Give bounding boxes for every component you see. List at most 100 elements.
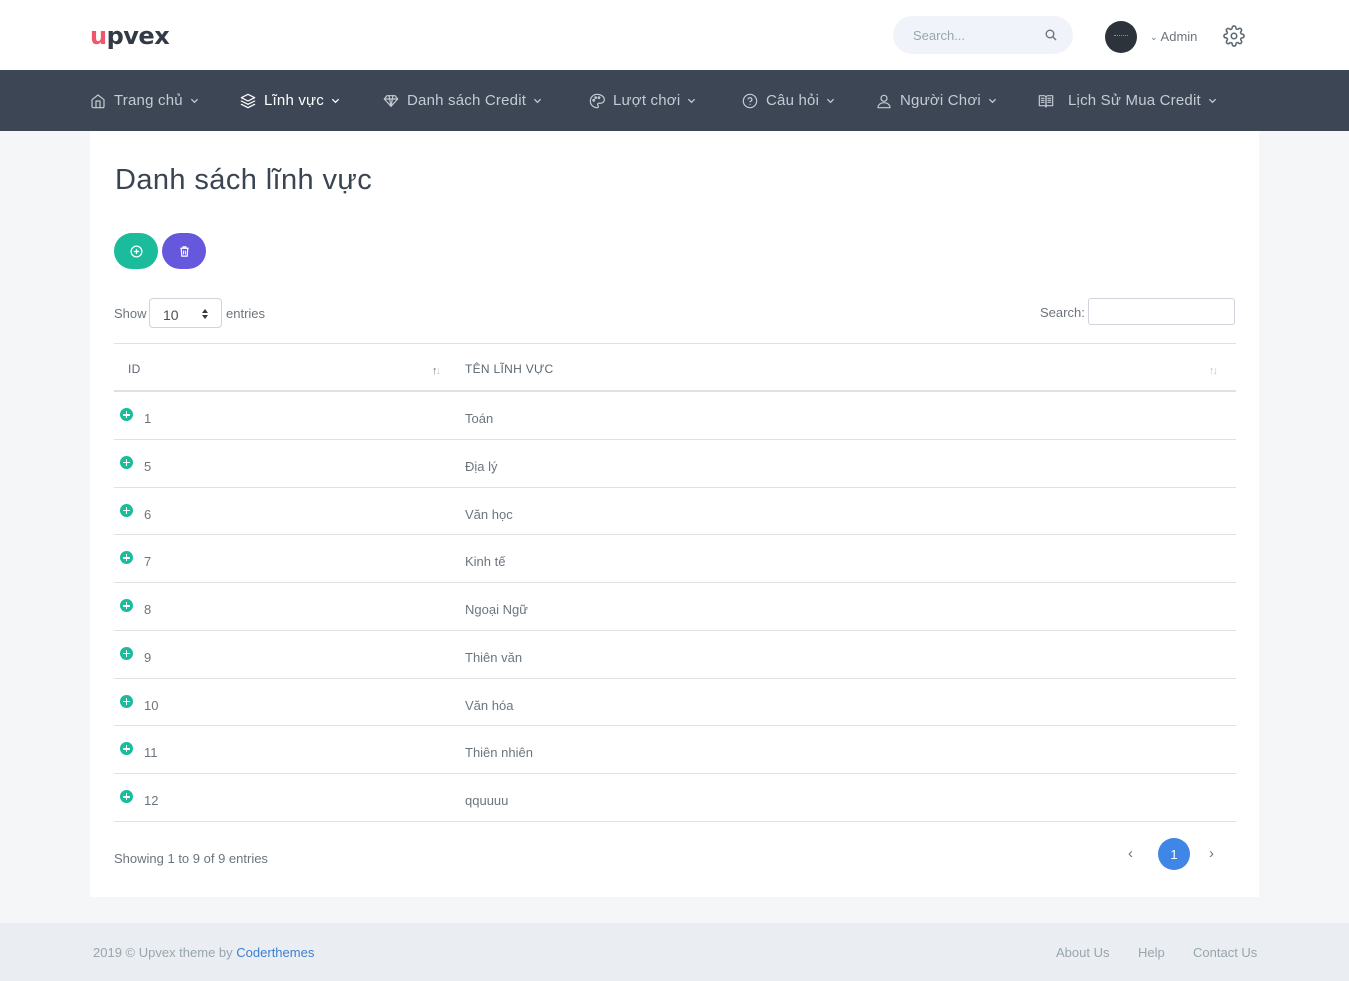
pagination-next[interactable]: › bbox=[1209, 845, 1214, 862]
footer-copyright: 2019 © Upvex theme by Coderthemes bbox=[93, 945, 314, 960]
cell-id: 11 bbox=[144, 745, 158, 761]
nav-label: Trang chủ bbox=[114, 92, 183, 109]
table-row[interactable]: 5 Địa lý bbox=[114, 440, 1236, 488]
show-label: Show bbox=[114, 306, 147, 321]
nav-item-nguoi-choi[interactable]: Người Chơi bbox=[876, 70, 997, 131]
cell-id: 10 bbox=[144, 697, 159, 713]
search-icon[interactable] bbox=[1045, 29, 1057, 41]
copyright-text: 2019 © Upvex theme by bbox=[93, 945, 237, 960]
nav-label: Lĩnh vực bbox=[264, 92, 325, 109]
brand-logo[interactable]: upvex bbox=[90, 22, 170, 50]
cell-id: 1 bbox=[144, 411, 152, 426]
nav-item-trang-chu[interactable]: Trang chủ bbox=[90, 70, 199, 131]
cell-id: 9 bbox=[144, 649, 152, 665]
top-search bbox=[893, 16, 1073, 54]
table-row[interactable]: 8 Ngoại Ngữ bbox=[114, 583, 1236, 631]
entries-label: entries bbox=[226, 306, 266, 321]
expand-row-icon[interactable] bbox=[120, 742, 133, 756]
chevron-down-icon bbox=[1208, 98, 1216, 104]
expand-row-icon[interactable] bbox=[120, 408, 133, 421]
cell-id: 7 bbox=[144, 554, 152, 570]
table-search-label: Search: bbox=[1040, 305, 1085, 320]
expand-row-icon[interactable] bbox=[120, 503, 133, 517]
topbar: upvex ⌄Admin bbox=[0, 0, 1349, 70]
cell-name: Văn hóa bbox=[465, 697, 514, 713]
user-name: Admin bbox=[1160, 29, 1198, 44]
expand-row-icon[interactable] bbox=[120, 551, 133, 565]
chevron-down-icon bbox=[331, 98, 340, 104]
sort-arrows-icon bbox=[202, 309, 208, 319]
user-icon bbox=[877, 94, 891, 108]
cell-name: Địa lý bbox=[465, 458, 498, 474]
chevron-down-icon bbox=[688, 98, 696, 104]
footer-link-contact[interactable]: Contact Us bbox=[1193, 945, 1257, 960]
table-row[interactable]: 7 Kinh tế bbox=[114, 535, 1236, 583]
column-header-name[interactable]: TÊN LĨNH VỰC bbox=[465, 362, 554, 376]
expand-row-icon[interactable] bbox=[120, 455, 133, 469]
add-button[interactable] bbox=[114, 233, 158, 269]
cell-id: 8 bbox=[144, 602, 152, 617]
table-row[interactable]: 6 Văn học bbox=[114, 488, 1236, 536]
table-info: Showing 1 to 9 of 9 entries bbox=[114, 851, 268, 866]
cell-id: 12 bbox=[144, 793, 159, 808]
nav-item-linh-vuc[interactable]: Lĩnh vực bbox=[240, 70, 340, 131]
nav-label: Câu hỏi bbox=[766, 92, 820, 109]
expand-row-icon[interactable] bbox=[120, 599, 133, 612]
author-link[interactable]: Coderthemes bbox=[236, 945, 314, 960]
cell-name: Thiên nhiên bbox=[465, 745, 533, 761]
expand-row-icon[interactable] bbox=[120, 790, 133, 803]
help-circle-icon bbox=[742, 93, 758, 108]
nav-item-cau-hoi[interactable]: Câu hỏi bbox=[742, 70, 835, 131]
entries-per-page-select[interactable]: 10 bbox=[149, 298, 222, 328]
page-title: Danh sách lĩnh vực bbox=[115, 164, 373, 196]
table-row[interactable]: 9 Thiên văn bbox=[114, 631, 1236, 679]
chevron-down-icon bbox=[988, 98, 997, 104]
diamond-icon bbox=[383, 94, 399, 107]
plus-circle-icon bbox=[129, 244, 143, 258]
cell-name: Thiên văn bbox=[465, 649, 523, 665]
pagination-page-current[interactable]: 1 bbox=[1158, 838, 1190, 870]
expand-row-icon[interactable] bbox=[120, 694, 133, 708]
main-nav: Trang chủ Lĩnh vực Danh sách Credit Lượt… bbox=[0, 70, 1349, 131]
cell-name: Toán bbox=[465, 411, 494, 426]
nav-label: Người Chơi bbox=[900, 92, 981, 109]
entries-per-page-value: 10 bbox=[163, 307, 179, 323]
cell-id: 5 bbox=[144, 458, 152, 474]
table-row[interactable]: 10 Văn hóa bbox=[114, 679, 1236, 727]
nav-item-danh-sach-credit[interactable]: Danh sách Credit bbox=[383, 70, 542, 131]
table-row[interactable]: 1 Toán bbox=[114, 392, 1236, 440]
home-icon bbox=[91, 93, 105, 108]
cell-id: 6 bbox=[144, 506, 152, 522]
sort-icon[interactable]: ↑↓ bbox=[432, 365, 441, 377]
table-row[interactable]: 12 qquuuu bbox=[114, 774, 1236, 822]
chevron-down-icon bbox=[190, 98, 198, 104]
cell-name: Văn học bbox=[465, 506, 513, 522]
user-menu[interactable]: ⌄ Admin bbox=[1150, 29, 1197, 44]
nav-label: Lượt chơi bbox=[613, 92, 681, 109]
footer-link-help[interactable]: Help bbox=[1138, 945, 1165, 960]
pagination-prev[interactable]: ‹ bbox=[1128, 845, 1133, 862]
column-header-id[interactable]: ID bbox=[128, 362, 141, 376]
avatar[interactable] bbox=[1105, 21, 1137, 53]
gear-icon[interactable] bbox=[1223, 25, 1245, 47]
table-header: ID ↑↓ TÊN LĨNH VỰC ↑↓ bbox=[114, 343, 1236, 392]
cell-name: Kinh tế bbox=[465, 554, 506, 570]
delete-button[interactable] bbox=[162, 233, 206, 269]
chevron-down-icon: ⌄ bbox=[1150, 32, 1158, 42]
book-icon bbox=[1038, 94, 1054, 108]
chevron-down-icon bbox=[827, 98, 835, 104]
data-table: ID ↑↓ TÊN LĨNH VỰC ↑↓ 1 Toán 5 Địa lý 6 … bbox=[114, 343, 1236, 822]
palette-icon bbox=[589, 93, 605, 108]
table-row[interactable]: 11 Thiên nhiên bbox=[114, 726, 1236, 774]
layers-icon bbox=[240, 93, 256, 108]
footer-link-about[interactable]: About Us bbox=[1056, 945, 1109, 960]
footer: 2019 © Upvex theme by Coderthemes About … bbox=[0, 923, 1349, 981]
content-card: Danh sách lĩnh vực Show 10 entries Searc… bbox=[90, 131, 1259, 897]
table-search-input[interactable] bbox=[1088, 298, 1235, 325]
chevron-down-icon bbox=[533, 98, 542, 104]
sort-icon[interactable]: ↑↓ bbox=[1209, 365, 1218, 377]
expand-row-icon[interactable] bbox=[120, 646, 133, 660]
nav-label: Lịch Sử Mua Credit bbox=[1068, 92, 1201, 109]
nav-item-luot-choi[interactable]: Lượt chơi bbox=[589, 70, 696, 131]
nav-item-lich-su-mua-credit[interactable]: Lịch Sử Mua Credit bbox=[1038, 70, 1217, 131]
